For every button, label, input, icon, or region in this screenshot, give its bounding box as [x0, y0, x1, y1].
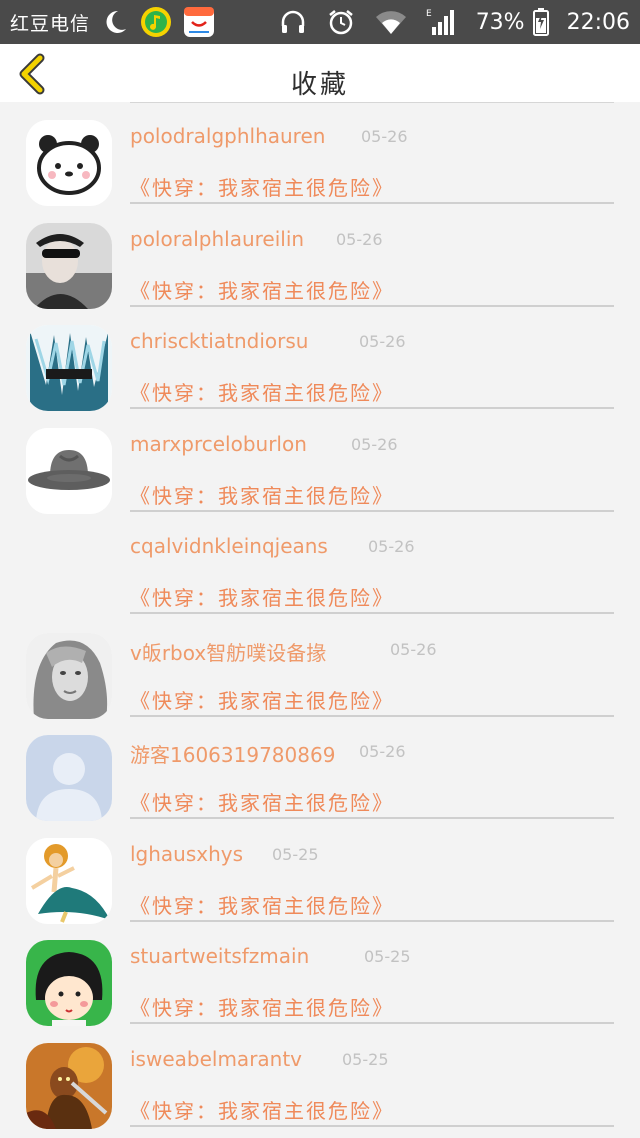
favorite-user-name: v皈rbox智舫噗设备掾: [130, 640, 327, 665]
anime-blue-hair-avatar[interactable]: [26, 325, 112, 411]
favorite-user-name: poloralphlaureilin: [130, 226, 305, 251]
favorite-work-title[interactable]: 《快穿：我家宿主很危险》: [130, 1095, 394, 1124]
list-item[interactable]: 游客1606319780869 05-26 《快穿：我家宿主很危险》: [0, 717, 640, 821]
title-bar: 收藏: [0, 44, 640, 102]
alarm-icon: [326, 7, 356, 37]
music-app-icon: [140, 6, 172, 38]
wifi-icon: [374, 8, 408, 36]
favorite-work-title[interactable]: 《快穿：我家宿主很危险》: [130, 582, 394, 611]
list-item[interactable]: stuartweitsfzmain 05-25 《快穿：我家宿主很危险》: [0, 922, 640, 1026]
warrior-game-avatar[interactable]: [26, 1042, 112, 1129]
panda-face-icon[interactable]: [26, 120, 112, 206]
favorite-date: 05-26: [351, 434, 398, 454]
page-title: 收藏: [290, 70, 349, 100]
list-item[interactable]: poloralphlaureilin 05-26 《快穿：我家宿主很危险》: [0, 205, 640, 309]
list-item[interactable]: polodralgphlhauren 05-26 《快穿：我家宿主很危险》: [0, 102, 640, 206]
headphones-icon: [278, 7, 308, 37]
favorite-work-title[interactable]: 《快穿：我家宿主很危险》: [130, 685, 394, 714]
dancing-cartoon-avatar[interactable]: [26, 837, 112, 924]
list-item[interactable]: marxprceloburlon 05-26 《快穿：我家宿主很危险》: [0, 410, 640, 514]
list-item[interactable]: chrisсktiatndiorsu 05-26 《快穿：我家宿主很危险》: [0, 307, 640, 411]
list-item[interactable]: cqalvidnkleinqjeans 05-26 《快穿：我家宿主很危险》: [0, 512, 640, 615]
default-user-avatar[interactable]: [26, 735, 112, 821]
favorite-work-title[interactable]: 《快穿：我家宿主很危险》: [130, 992, 394, 1021]
row-divider: [130, 1124, 614, 1127]
status-bar: 红豆电信 E 73% 22:06: [0, 0, 640, 44]
favorite-date: 05-26: [390, 639, 437, 659]
battery-icon: [532, 8, 549, 36]
list-item[interactable]: v皈rbox智舫噗设备掾 05-26 《快穿：我家宿主很危险》: [0, 615, 640, 719]
favorite-date: 05-26: [336, 229, 383, 249]
favorite-date: 05-26: [359, 332, 406, 351]
favorite-work-title[interactable]: 《快穿：我家宿主很危险》: [130, 787, 394, 816]
clock-time: 22:06: [566, 9, 630, 35]
favorites-list: polodralgphlhauren 05-26 《快穿：我家宿主很危险》 po…: [0, 102, 640, 1129]
svg-text:E: E: [426, 9, 432, 19]
favorite-user-name: 游客1606319780869: [130, 743, 336, 767]
favorite-date: 05-26: [361, 127, 408, 146]
cartoon-girl-avatar[interactable]: [26, 940, 112, 1026]
woman-portrait-avatar[interactable]: [26, 632, 112, 719]
moon-icon: [100, 7, 130, 37]
favorite-date: 05-26: [359, 742, 406, 761]
favorite-user-name: polodralgphlhauren: [130, 124, 326, 148]
favorite-date: 05-25: [272, 844, 319, 864]
favorite-work-title[interactable]: 《快穿：我家宿主很危险》: [130, 377, 394, 406]
favorite-user-name: marxprceloburlon: [130, 431, 307, 456]
favorite-work-title[interactable]: 《快穿：我家宿主很危险》: [130, 172, 394, 201]
person-sunglasses-avatar[interactable]: [26, 222, 112, 309]
favorite-user-name: cqalvidnkleinqjeans: [130, 534, 328, 558]
shopping-app-icon: [182, 5, 216, 39]
list-item[interactable]: isweabelmarantv 05-25 《快穿：我家宿主很危险》: [0, 1025, 640, 1129]
favorite-user-name: stuartweitsfzmain: [130, 944, 310, 968]
favorite-date: 05-25: [342, 1049, 389, 1069]
favorite-work-title[interactable]: 《快穿：我家宿主很危险》: [130, 890, 394, 919]
favorite-work-title[interactable]: 《快穿：我家宿主很危险》: [130, 480, 394, 509]
favorite-user-name: isweabelmarantv: [130, 1046, 303, 1071]
fedora-hat-avatar[interactable]: [26, 427, 112, 514]
favorite-work-title[interactable]: 《快穿：我家宿主很危险》: [130, 275, 394, 304]
favorite-user-name: lghausxhys: [130, 841, 244, 866]
carrier-name: 红豆电信: [10, 12, 91, 35]
favorite-user-name: chrisсktiatndiorsu: [130, 329, 309, 353]
favorite-date: 05-25: [364, 947, 411, 966]
battery-percent: 73%: [475, 9, 525, 35]
favorite-date: 05-26: [368, 537, 415, 556]
list-item[interactable]: lghausxhys 05-25 《快穿：我家宿主很危险》: [0, 820, 640, 924]
signal-icon: E: [426, 7, 458, 37]
